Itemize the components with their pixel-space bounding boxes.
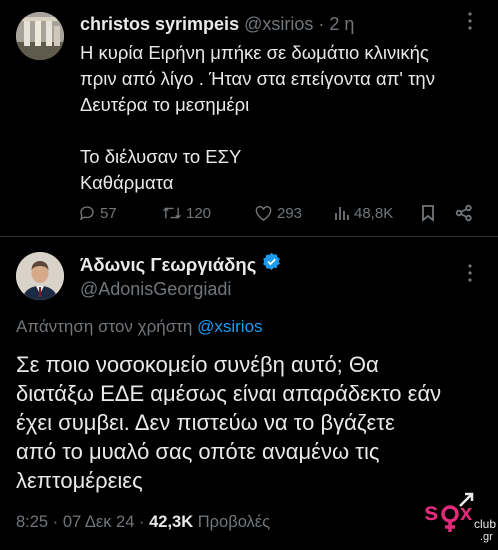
parent-author-name[interactable]: christos syrimpeis [80, 14, 239, 34]
reply-button[interactable]: 57 [78, 200, 117, 226]
svg-text:club: club [474, 517, 496, 531]
parent-tweet-text: Η κυρία Ειρήνη μπήκε σε δωμάτιο κλινικής… [80, 40, 480, 196]
like-button[interactable]: 293 [254, 200, 302, 226]
watermark-logo: s x club .gr [424, 488, 496, 548]
main-line-1: Σε ποιο νοσοκομείο συνέβη αυτό; Θα [16, 352, 379, 377]
avatar-christos[interactable] [16, 12, 64, 60]
main-line-2: διατάξω ΕΔΕ αμέσως είναι απαράδεκτο εάν [16, 381, 442, 406]
replying-to-label: Απάντηση στον χρήστη [16, 317, 193, 336]
main-more-icon[interactable] [462, 262, 478, 289]
avatar-adonis[interactable] [16, 252, 64, 300]
views-label: Προβολές [197, 513, 271, 531]
parent-author-handle[interactable]: @xsirios [244, 14, 313, 34]
bookmark-icon[interactable] [421, 200, 435, 226]
main-line-4: από το μυαλό σας οπότε αναμένω τις [16, 439, 380, 464]
meta-separator: · [52, 513, 59, 531]
main-tweet-meta: 8:25 · 07 Δεκ 24 · 42,3K Προβολές [16, 511, 270, 533]
views-total[interactable]: 42,3K [149, 513, 193, 531]
views-count: 48,8K [354, 204, 394, 222]
like-icon [254, 204, 273, 222]
replying-to: Απάντηση στον χρήστη @xsirios [16, 316, 263, 338]
svg-text:s: s [424, 496, 438, 526]
post-date[interactable]: 07 Δεκ 24 [63, 513, 135, 531]
share-icon[interactable] [455, 200, 473, 226]
views-button[interactable]: 48,8K [334, 200, 393, 226]
parent-line-6: Καθάρματα [80, 172, 174, 193]
repost-button[interactable]: 120 [162, 200, 211, 226]
reply-count: 57 [100, 204, 117, 222]
like-count: 293 [277, 204, 303, 222]
main-author-name[interactable]: Άδωνις Γεωργιάδης [80, 253, 256, 277]
parent-tweet-header: christos syrimpeis @xsirios · 2 η [80, 12, 354, 36]
main-tweet-text: Σε ποιο νοσοκομείο συνέβη αυτό; Θα διατά… [16, 350, 486, 495]
reply-icon [78, 204, 96, 222]
repost-count: 120 [186, 204, 212, 222]
parent-line-2: πριν από λίγο . Ήταν στα επείγοντα απ' τ… [80, 68, 435, 89]
verified-badge-icon [262, 252, 281, 277]
post-time[interactable]: 8:25 [16, 513, 48, 531]
meta-separator-2: · [139, 513, 145, 531]
parent-line-5: Το διέλυσαν το ΕΣΥ [80, 146, 242, 167]
parent-line-3: Δευτέρα το μεσημέρι [80, 94, 250, 115]
repost-icon [162, 204, 182, 222]
replying-to-mention[interactable]: @xsirios [197, 317, 262, 336]
views-icon [334, 204, 350, 222]
parent-time-ago[interactable]: 2 η [329, 14, 354, 34]
parent-line-4 [80, 118, 480, 144]
main-line-5: λεπτομέρειες [16, 468, 143, 493]
more-icon[interactable] [462, 10, 478, 37]
svg-text:x: x [460, 500, 473, 525]
main-line-3: έχει συμβει. Δεν πιστεύω να το βγάζετε [16, 410, 395, 435]
parent-line-1: Η κυρία Ειρήνη μπήκε σε δωμάτιο κλινικής [80, 42, 429, 63]
parent-tweet[interactable]: christos syrimpeis @xsirios · 2 η Η κυρί… [0, 0, 498, 236]
tweet-divider [0, 236, 498, 237]
parent-action-bar: 57 120 293 48,8K [78, 200, 478, 226]
main-author-name-row: Άδωνις Γεωργιάδης [80, 252, 281, 277]
svg-text:.gr: .gr [480, 531, 493, 543]
header-separator: · [318, 14, 325, 34]
main-author-handle[interactable]: @AdonisGeorgiadi [80, 277, 231, 301]
